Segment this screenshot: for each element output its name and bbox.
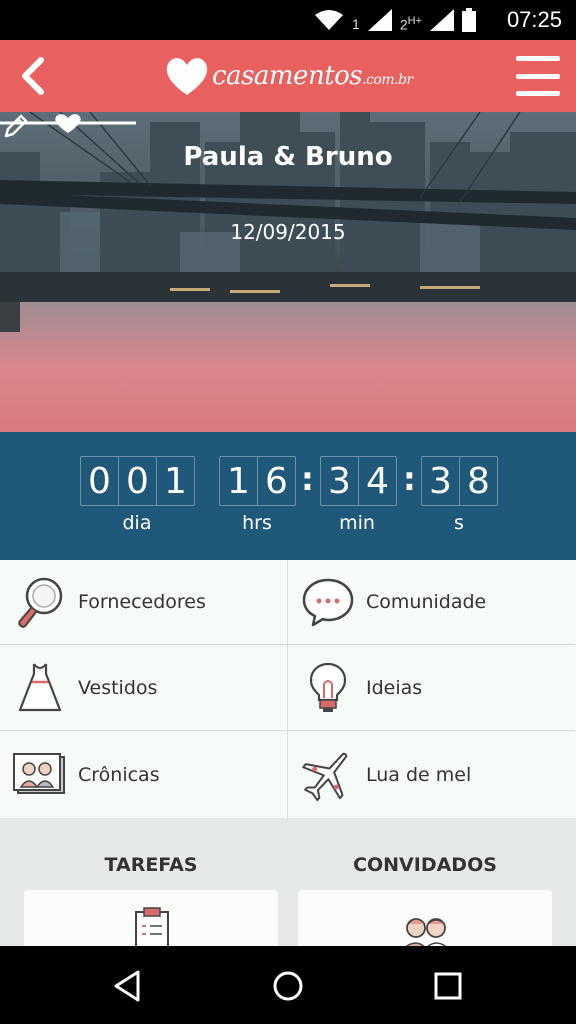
wedding-date: 12/09/2015 [230, 220, 346, 244]
countdown-digit: 0 [119, 457, 157, 505]
recents-square-icon[interactable] [428, 966, 468, 1006]
countdown-separator: : [403, 460, 416, 498]
chevron-left-icon [22, 57, 44, 95]
countdown-digit: 4 [366, 460, 389, 502]
back-triangle-icon[interactable] [108, 966, 148, 1006]
menu-item-cronicas[interactable]: Crônicas [0, 732, 287, 817]
menu-button[interactable] [516, 54, 560, 98]
dress-icon [10, 658, 70, 718]
sim1-label: 1 [352, 16, 360, 32]
countdown-digit: 1 [164, 460, 187, 502]
menu-item-fornecedores[interactable]: Fornecedores [0, 560, 287, 645]
dashboard-sections: TAREFAS CONVIDADOS [0, 818, 576, 960]
minutes-label: min [339, 512, 375, 534]
guests-title: CONVIDADOS [353, 854, 497, 876]
guests-icon [400, 918, 452, 950]
logo-text: casamentos.com.br [212, 61, 413, 91]
menu-grid: Fornecedores Comunidade Vestidos Ideias … [0, 560, 576, 818]
heart-icon [166, 58, 208, 95]
chat-bubble-icon [298, 572, 358, 632]
clock: 07:25 [506, 7, 562, 32]
signal-icon [430, 9, 454, 31]
countdown-digit: 3 [321, 457, 359, 505]
menu-line [516, 91, 560, 96]
menu-item-vestidos[interactable]: Vestidos [0, 646, 287, 731]
menu-item-comunidade[interactable]: Comunidade [288, 560, 575, 645]
magnifier-icon [10, 572, 70, 632]
countdown-separator: : [301, 460, 314, 498]
sim2-label: 2H+ [399, 15, 422, 33]
days-label: dia [122, 512, 152, 534]
menu-item-label: Fornecedores [78, 591, 206, 613]
days-counter: 0 0 1 [80, 456, 195, 506]
back-button[interactable] [10, 50, 54, 102]
airplane-icon [298, 745, 358, 805]
couple-names: Paula & Bruno [183, 142, 393, 172]
minutes-counter: 3 4 [320, 456, 397, 506]
menu-item-label: Vestidos [78, 677, 158, 699]
seconds-label: s [454, 512, 464, 534]
menu-item-label: Ideias [366, 677, 423, 699]
wifi-icon [315, 10, 344, 30]
countdown-digit: 6 [265, 460, 288, 502]
countdown-digit: 3 [422, 457, 460, 505]
hours-counter: 1 6 [219, 456, 296, 506]
clipboard-icon [135, 907, 169, 950]
hours-label: hrs [242, 512, 272, 534]
status-bar: 1 2H+ 07:25 [0, 0, 576, 40]
menu-item-label: Crônicas [78, 763, 160, 786]
brand-logo[interactable]: casamentos.com.br [164, 46, 413, 106]
menu-item-ideias[interactable]: Ideias [288, 646, 575, 731]
countdown-digit: 1 [220, 457, 258, 505]
network-type: H+ [407, 15, 422, 28]
lightbulb-icon [298, 658, 358, 718]
seconds-counter: 3 8 [421, 456, 498, 506]
countdown-digit: 0 [81, 457, 119, 505]
menu-item-label: Comunidade [366, 591, 487, 613]
pencil-icon[interactable] [0, 112, 30, 142]
countdown-panel: 0 0 1 1 6 : 3 4 : 3 8 dia hrs min s [0, 432, 576, 560]
battery-icon [462, 8, 476, 32]
system-nav-bar [0, 946, 576, 1024]
menu-line [516, 56, 560, 61]
home-circle-icon[interactable] [268, 966, 308, 1006]
app-bar: casamentos.com.br [0, 40, 576, 112]
tasks-title: TAREFAS [104, 854, 198, 876]
countdown-digit: 8 [467, 460, 490, 502]
menu-item-lua-de-mel[interactable]: Lua de mel [288, 732, 575, 817]
signal-icon [367, 9, 392, 31]
photo-album-icon [10, 745, 70, 805]
menu-item-label: Lua de mel [366, 763, 472, 786]
hero-banner: Paula & Bruno 12/09/2015 [0, 112, 576, 432]
menu-line [516, 73, 560, 79]
